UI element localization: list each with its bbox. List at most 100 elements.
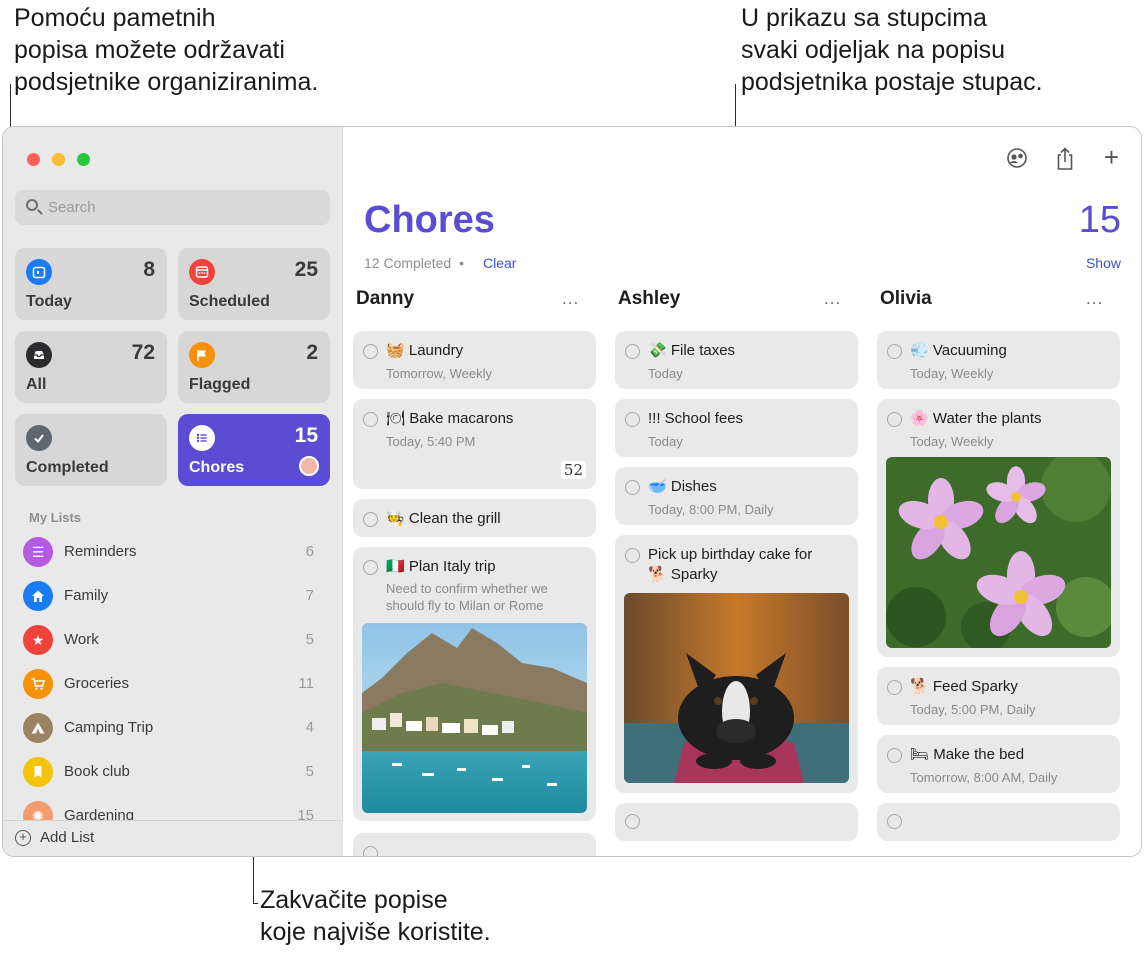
reminder-card[interactable]: 🇮🇹 Plan Italy trip Need to confirm wheth… [353, 547, 596, 821]
list-name: Reminders [64, 543, 137, 560]
checkmark-icon [26, 425, 52, 451]
complete-checkbox[interactable] [363, 846, 378, 856]
reminder-due: Tomorrow, Weekly [386, 366, 492, 381]
list-name: Work [64, 631, 99, 648]
callout-pinned-lists: Zakvačite popise koje najviše koristite. [260, 886, 491, 946]
complete-checkbox[interactable] [625, 412, 640, 427]
complete-checkbox[interactable] [363, 560, 378, 575]
reminder-due: Today, 5:00 PM, Daily [910, 702, 1036, 717]
complete-checkbox[interactable] [887, 748, 902, 763]
list-count: 5 [305, 631, 314, 648]
reminder-card[interactable]: 🥣 Dishes Today, 8:00 PM, Daily [615, 467, 858, 525]
reminder-card[interactable]: Pick up birthday cake for 🐕 Sparky [615, 535, 858, 793]
new-reminder-card[interactable] [353, 833, 596, 856]
add-reminder-button[interactable]: + [1104, 142, 1119, 173]
reminder-title: 💨 Vacuuming [910, 342, 1007, 359]
complete-checkbox[interactable] [887, 412, 902, 427]
reminder-card[interactable]: 🧺 Laundry Tomorrow, Weekly [353, 331, 596, 389]
pinned-list-chores[interactable]: 15 Chores [178, 414, 330, 486]
tray-icon [26, 342, 52, 368]
reminder-card[interactable]: 🐕 Feed Sparky Today, 5:00 PM, Daily [877, 667, 1120, 725]
reminder-card[interactable]: 💨 Vacuuming Today, Weekly [877, 331, 1120, 389]
calendar-grid-icon [189, 259, 215, 285]
house-icon [23, 581, 53, 611]
complete-checkbox[interactable] [363, 512, 378, 527]
add-list-button[interactable]: + Add List [3, 820, 343, 856]
cart-icon [23, 669, 53, 699]
reminder-due: Today, 5:40 PM [386, 434, 476, 449]
list-item-book-club[interactable]: Book club 5 [23, 754, 318, 790]
complete-checkbox[interactable] [887, 680, 902, 695]
reminder-card[interactable]: 🌸 Water the plants Today, Weekly [877, 399, 1120, 657]
smart-list-scheduled[interactable]: 25 Scheduled [178, 248, 330, 320]
reminder-card[interactable]: 🛏 Make the bed Tomorrow, 8:00 AM, Daily [877, 735, 1120, 793]
list-item-groceries[interactable]: Groceries 11 [23, 666, 318, 702]
reminder-card[interactable]: !!! School fees Today [615, 399, 858, 457]
callout-smart-lists: Pomoću pametnih popisa možete održavati … [14, 4, 319, 96]
scheduled-label: Scheduled [189, 293, 270, 310]
smart-list-flagged[interactable]: 2 Flagged [178, 331, 330, 403]
share-button[interactable] [1055, 147, 1075, 177]
reminder-due: Today, Weekly [910, 366, 994, 381]
flagged-count: 2 [306, 341, 318, 364]
chores-count: 15 [294, 424, 318, 447]
minimize-window-button[interactable] [52, 153, 65, 166]
completed-summary: 12 Completed • [364, 255, 468, 271]
bullet-list-icon: ☰ [23, 537, 53, 567]
completed-count: 12 Completed [364, 255, 452, 271]
list-name: Camping Trip [64, 719, 154, 736]
completed-label: Completed [26, 459, 109, 476]
reminder-card[interactable]: 🍽 Bake macarons Today, 5:40 PM 52 [353, 399, 596, 489]
new-reminder-card[interactable] [615, 803, 858, 841]
italy-coast-photo [362, 623, 587, 813]
list-icon [189, 425, 215, 451]
smart-list-all[interactable]: 72 All [15, 331, 167, 403]
list-item-camping-trip[interactable]: Camping Trip 4 [23, 710, 318, 746]
column-header-ashley: Ashley [618, 288, 681, 309]
reminder-title: 🇮🇹 Plan Italy trip [386, 558, 496, 575]
reminder-title: 🛏 Make the bed [910, 746, 1025, 763]
list-name: Family [64, 587, 109, 604]
list-name: Book club [64, 763, 130, 780]
complete-checkbox[interactable] [887, 344, 902, 359]
search-icon [26, 199, 38, 211]
share-collaborate-button[interactable] [1005, 147, 1029, 175]
list-item-family[interactable]: Family 7 [23, 578, 318, 614]
reminder-title: !!! School fees [648, 410, 744, 427]
zoom-window-button[interactable] [77, 153, 90, 166]
complete-checkbox[interactable] [625, 480, 640, 495]
sidebar: Search 8 Today 25 Scheduled 72 All 2 Fla… [3, 127, 343, 856]
list-name: Groceries [64, 675, 130, 692]
complete-checkbox[interactable] [625, 814, 640, 829]
reminder-due: Today [648, 366, 683, 381]
search-field[interactable]: Search [15, 190, 330, 225]
list-count: 7 [305, 587, 314, 604]
reminder-title: Pick up birthday cake for 🐕 Sparky [648, 546, 813, 583]
list-count: 11 [298, 675, 314, 692]
complete-checkbox[interactable] [625, 344, 640, 359]
close-window-button[interactable] [27, 153, 40, 166]
column-more-button[interactable]: ... [1086, 289, 1103, 309]
new-reminder-card[interactable] [877, 803, 1120, 841]
reminder-due: Today, Weekly [910, 434, 994, 449]
complete-checkbox[interactable] [363, 344, 378, 359]
list-item-work[interactable]: ★ Work 5 [23, 622, 318, 658]
callout-column-view: U prikazu sa stupcima svaki odjeljak na … [741, 4, 1043, 96]
column-more-button[interactable]: ... [562, 289, 579, 309]
complete-checkbox[interactable] [887, 814, 902, 829]
show-completed-button[interactable]: Show [1086, 255, 1121, 271]
search-placeholder: Search [48, 199, 96, 216]
reminder-title: 🌸 Water the plants [910, 410, 1042, 427]
smart-list-completed[interactable]: Completed [15, 414, 167, 486]
complete-checkbox[interactable] [363, 412, 378, 427]
reminder-card[interactable]: 🧑‍🍳 Clean the grill [353, 499, 596, 537]
smart-list-today[interactable]: 8 Today [15, 248, 167, 320]
reminder-title: 💸 File taxes [648, 342, 736, 359]
column-more-button[interactable]: ... [824, 289, 841, 309]
clear-completed-button[interactable]: Clear [483, 255, 516, 271]
flag-icon [189, 342, 215, 368]
list-item-reminders[interactable]: ☰ Reminders 6 [23, 534, 318, 570]
add-circle-icon: + [15, 830, 31, 846]
reminder-card[interactable]: 💸 File taxes Today [615, 331, 858, 389]
complete-checkbox[interactable] [625, 548, 640, 563]
